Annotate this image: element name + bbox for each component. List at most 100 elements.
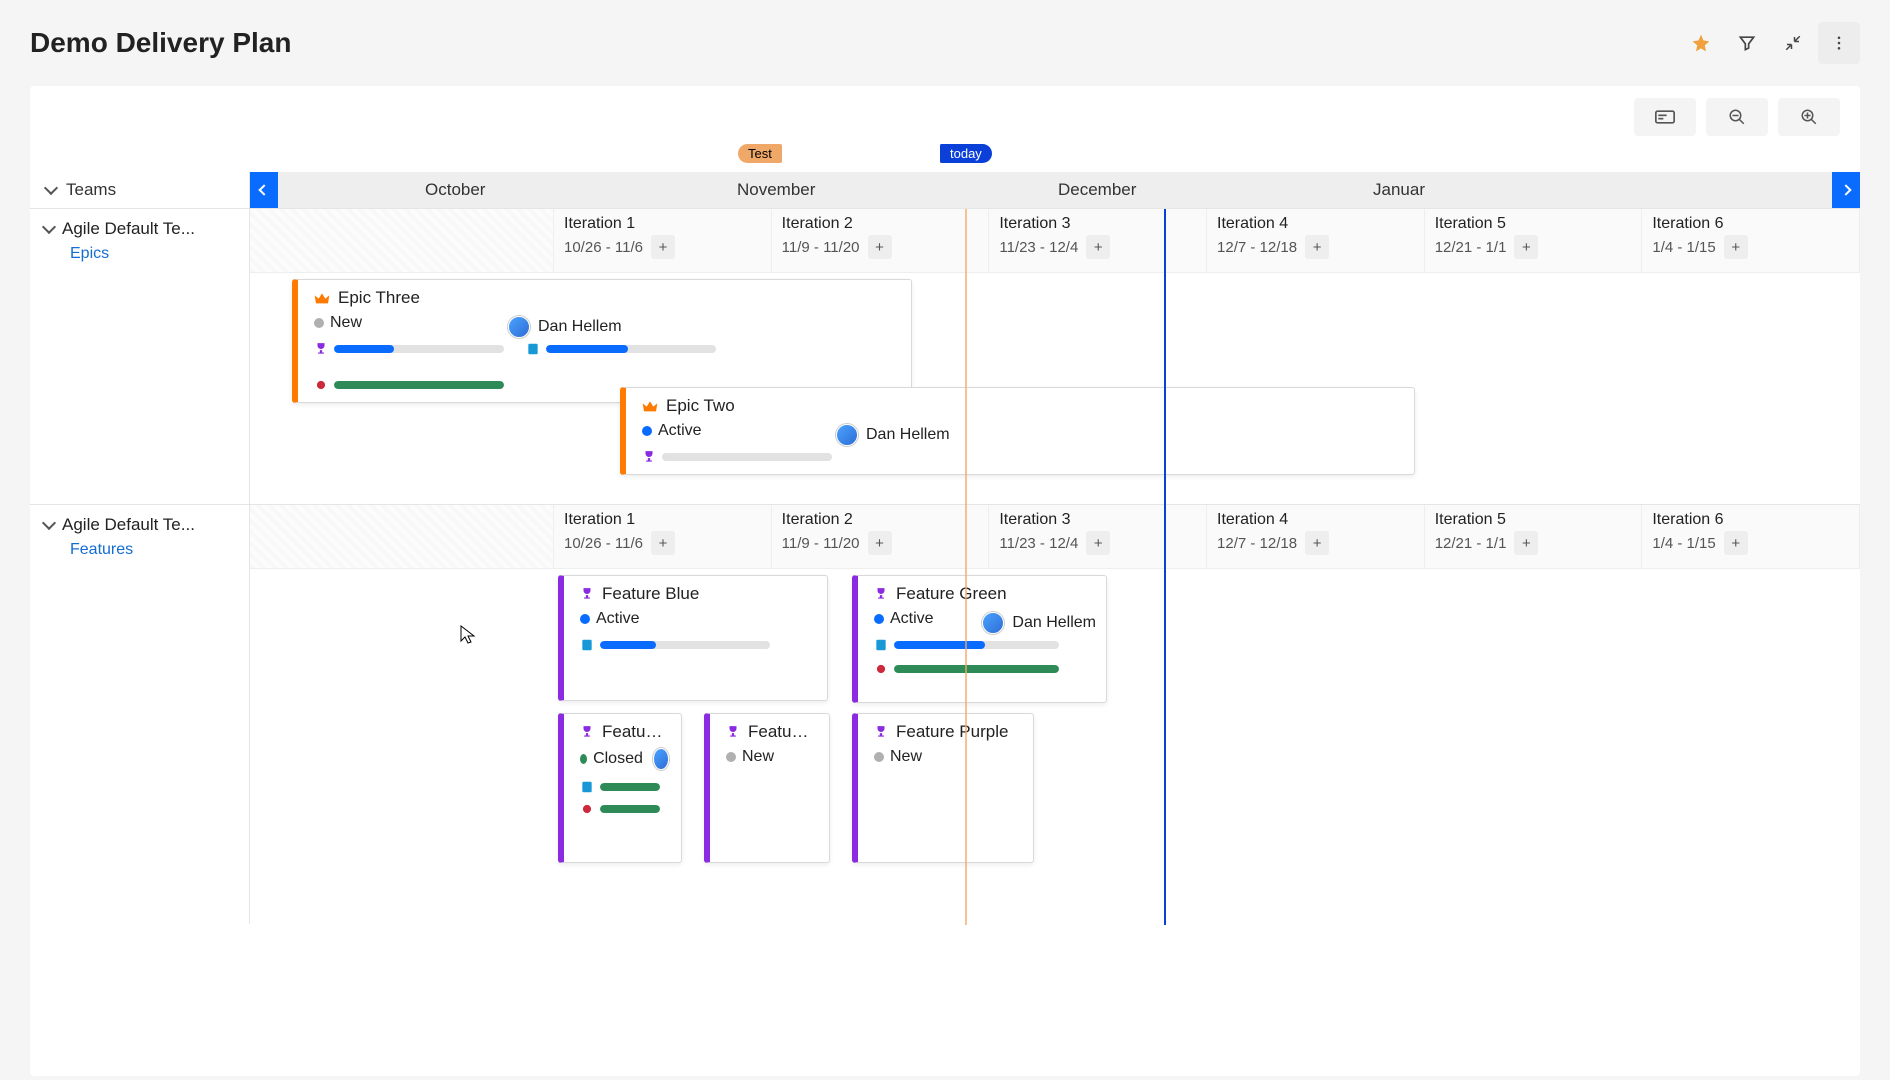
rollup-story xyxy=(874,638,1059,652)
teams-header: Teams xyxy=(66,180,116,200)
iteration-title: Iteration 4 xyxy=(1217,511,1414,529)
collapse-icon xyxy=(1784,34,1802,52)
avatar xyxy=(982,612,1004,634)
bug-icon xyxy=(580,802,594,816)
iteration-header[interactable]: Iteration 6 1/4 - 1/15+ xyxy=(1642,505,1860,568)
iteration-header[interactable]: Iteration 1 10/26 - 11/6+ xyxy=(554,209,772,272)
avatar xyxy=(508,316,530,338)
card-title: Epic Three xyxy=(338,288,420,308)
status-dot xyxy=(642,426,652,436)
work-item-card[interactable]: Feature ... New xyxy=(704,713,830,863)
fullscreen-exit-button[interactable] xyxy=(1772,22,1814,64)
work-item-card[interactable]: Feature Purple New xyxy=(852,713,1034,863)
backlog-link-features[interactable]: Features xyxy=(70,541,235,559)
collapse-all-icon[interactable] xyxy=(44,181,58,195)
rollup-story xyxy=(526,342,716,356)
work-item-card[interactable]: Feature ... Closed xyxy=(558,713,682,863)
iteration-header[interactable]: Iteration 4 12/7 - 12/18+ xyxy=(1207,209,1425,272)
status-text: Closed xyxy=(593,750,643,768)
team-row[interactable]: Agile Default Te... xyxy=(44,515,235,535)
month-october: October xyxy=(425,180,485,200)
pre-iteration-area xyxy=(250,209,554,272)
card-icon xyxy=(1655,110,1675,124)
status-dot xyxy=(314,318,324,328)
iteration-title: Iteration 5 xyxy=(1435,215,1632,233)
status-text: Active xyxy=(596,610,640,628)
add-item-button[interactable]: + xyxy=(1724,235,1748,259)
crown-icon xyxy=(642,399,658,413)
add-item-button[interactable]: + xyxy=(651,235,675,259)
header-actions xyxy=(1680,22,1860,64)
month-january: Januar xyxy=(1373,180,1425,200)
add-item-button[interactable]: + xyxy=(1514,531,1538,555)
assignee-name: Dan Hellem xyxy=(538,318,622,336)
status-text: New xyxy=(742,748,774,766)
favorite-button[interactable] xyxy=(1680,22,1722,64)
chevron-down-icon xyxy=(42,220,56,234)
rollup-story xyxy=(580,638,770,652)
zoom-out-icon xyxy=(1728,108,1746,126)
work-item-card[interactable]: Epic Two Active Dan Hellem xyxy=(620,387,1415,475)
zoom-out-button[interactable] xyxy=(1706,98,1768,136)
assignee-name: Dan Hellem xyxy=(866,426,950,444)
team-name: Agile Default Te... xyxy=(62,219,212,239)
status-text: New xyxy=(890,748,922,766)
status-dot xyxy=(580,754,587,764)
iteration-dates: 11/9 - 11/20 xyxy=(782,239,860,256)
trophy-icon xyxy=(314,342,328,356)
backlog-link-epics[interactable]: Epics xyxy=(70,245,235,263)
avatar xyxy=(836,424,858,446)
rollup-bug xyxy=(314,378,504,392)
iteration-title: Iteration 3 xyxy=(999,511,1196,529)
zoom-in-button[interactable] xyxy=(1778,98,1840,136)
timeline-next-button[interactable] xyxy=(1832,172,1860,208)
status-dot xyxy=(726,752,736,762)
add-item-button[interactable]: + xyxy=(1305,531,1329,555)
iteration-header[interactable]: Iteration 2 11/9 - 11/20+ xyxy=(772,209,990,272)
add-item-button[interactable]: + xyxy=(651,531,675,555)
timeline-prev-button[interactable] xyxy=(250,172,278,208)
iteration-header[interactable]: Iteration 6 1/4 - 1/15+ xyxy=(1642,209,1860,272)
iteration-dates: 11/23 - 12/4 xyxy=(999,535,1078,552)
iteration-dates: 12/21 - 1/1 xyxy=(1435,239,1507,256)
rollup-feature xyxy=(314,342,504,356)
marker-test[interactable]: Test xyxy=(738,144,782,163)
iteration-header[interactable]: Iteration 4 12/7 - 12/18+ xyxy=(1207,505,1425,568)
work-item-card[interactable]: Feature Green Active Dan Hellem xyxy=(852,575,1107,703)
iteration-header[interactable]: Iteration 3 11/23 - 12/4 + xyxy=(989,505,1207,568)
iteration-header[interactable]: Iteration 3 11/23 - 12/4+ xyxy=(989,209,1207,272)
team-name: Agile Default Te... xyxy=(62,515,212,535)
crown-icon xyxy=(314,291,330,305)
iteration-title: Iteration 1 xyxy=(564,511,761,529)
month-november: November xyxy=(737,180,815,200)
trophy-icon xyxy=(874,587,888,601)
work-item-card[interactable]: Feature Blue Active xyxy=(558,575,828,701)
avatar xyxy=(653,748,669,770)
add-item-button[interactable]: + xyxy=(1305,235,1329,259)
filter-button[interactable] xyxy=(1726,22,1768,64)
iteration-header[interactable]: Iteration 5 12/21 - 1/1 + xyxy=(1425,209,1643,272)
marker-today[interactable]: today xyxy=(940,144,992,163)
trophy-icon xyxy=(642,450,656,464)
iteration-dates: 12/21 - 1/1 xyxy=(1435,535,1507,552)
work-item-card[interactable]: Epic Three New Dan Hellem xyxy=(292,279,912,403)
iteration-header[interactable]: Iteration 2 11/9 - 11/20+ xyxy=(772,505,990,568)
add-item-button[interactable]: + xyxy=(1724,531,1748,555)
card-settings-button[interactable] xyxy=(1634,98,1696,136)
iteration-title: Iteration 3 xyxy=(999,215,1196,233)
team-row[interactable]: Agile Default Te... xyxy=(44,219,235,239)
add-item-button[interactable]: + xyxy=(1086,531,1110,555)
add-item-button[interactable]: + xyxy=(868,235,892,259)
add-item-button[interactable]: + xyxy=(1086,235,1110,259)
month-december: December xyxy=(1058,180,1136,200)
iteration-dates: 12/7 - 12/18 xyxy=(1217,239,1297,256)
more-button[interactable] xyxy=(1818,22,1860,64)
iteration-header[interactable]: Iteration 1 10/26 - 11/6+ xyxy=(554,505,772,568)
trophy-icon xyxy=(726,725,740,739)
iteration-header[interactable]: Iteration 5 12/21 - 1/1+ xyxy=(1425,505,1643,568)
add-item-button[interactable]: + xyxy=(868,531,892,555)
book-icon xyxy=(526,342,540,356)
trophy-icon xyxy=(580,725,594,739)
add-item-button[interactable]: + xyxy=(1514,235,1538,259)
card-title: Feature Blue xyxy=(602,584,699,604)
